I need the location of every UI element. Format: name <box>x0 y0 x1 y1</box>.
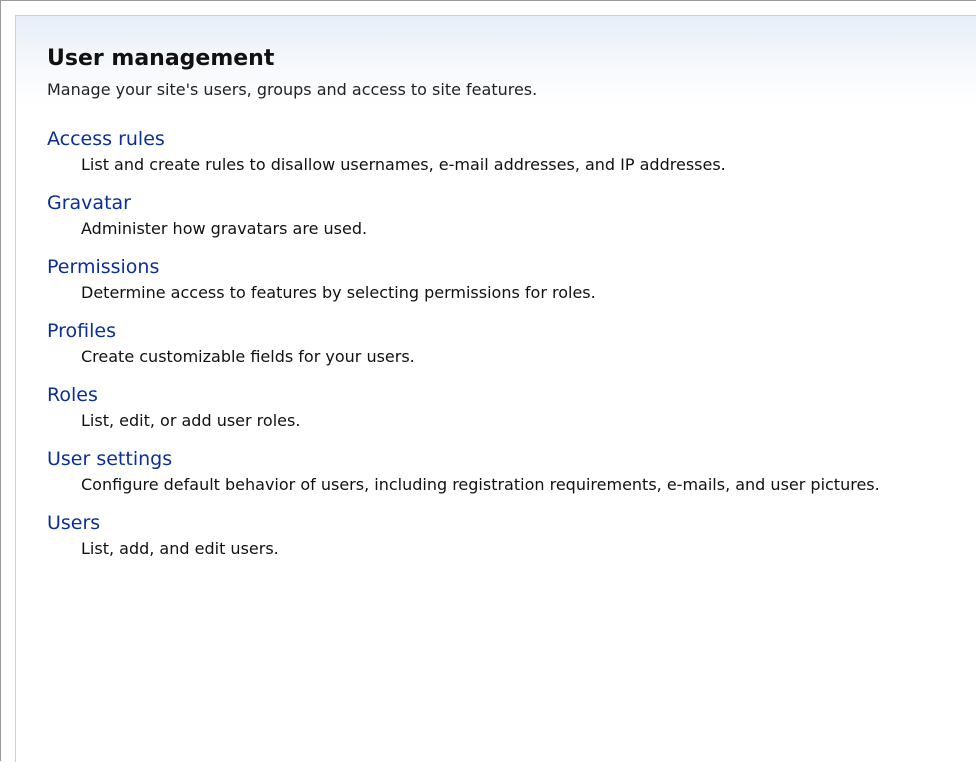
admin-menu-list: Access rules List and create rules to di… <box>47 127 957 560</box>
profiles-description: Create customizable fields for your user… <box>81 347 415 366</box>
access-rules-description: List and create rules to disallow userna… <box>81 155 726 174</box>
roles-link[interactable]: Roles <box>47 383 98 407</box>
user-management-section: User management Manage your site's users… <box>47 45 957 575</box>
window-frame: User management Manage your site's users… <box>0 0 976 762</box>
menu-item-profiles: Profiles Create customizable fields for … <box>47 319 957 368</box>
access-rules-link[interactable]: Access rules <box>47 127 165 151</box>
page-description: Manage your site's users, groups and acc… <box>47 80 538 99</box>
menu-item-users: Users List, add, and edit users. <box>47 511 957 560</box>
permissions-description: Determine access to features by selectin… <box>81 283 596 302</box>
users-description: List, add, and edit users. <box>81 539 279 558</box>
user-settings-link[interactable]: User settings <box>47 447 172 471</box>
menu-item-user-settings: User settings Configure default behavior… <box>47 447 957 496</box>
user-settings-description: Configure default behavior of users, inc… <box>81 475 880 494</box>
page-title: User management <box>47 46 275 71</box>
gravatar-description: Administer how gravatars are used. <box>81 219 368 238</box>
users-link[interactable]: Users <box>47 511 100 535</box>
gravatar-link[interactable]: Gravatar <box>47 191 131 215</box>
menu-item-access-rules: Access rules List and create rules to di… <box>47 127 957 176</box>
roles-description: List, edit, or add user roles. <box>81 411 301 430</box>
menu-item-roles: Roles List, edit, or add user roles. <box>47 383 957 432</box>
menu-item-gravatar: Gravatar Administer how gravatars are us… <box>47 191 957 240</box>
profiles-link[interactable]: Profiles <box>47 319 116 343</box>
menu-item-permissions: Permissions Determine access to features… <box>47 255 957 304</box>
permissions-link[interactable]: Permissions <box>47 255 159 279</box>
